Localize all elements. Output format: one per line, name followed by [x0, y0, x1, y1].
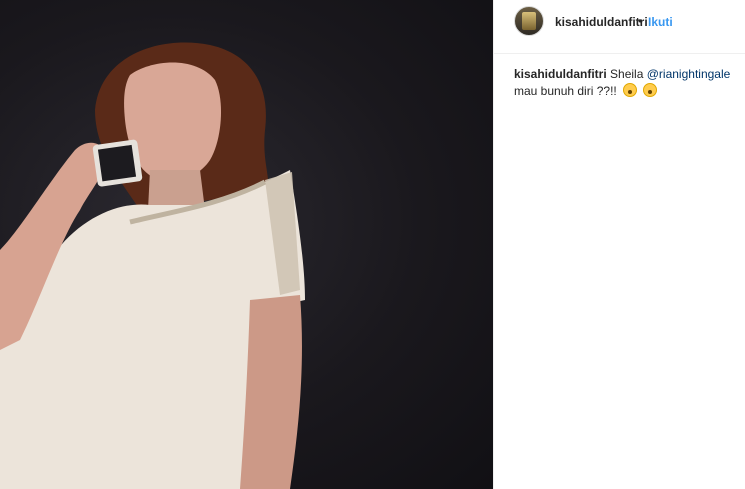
- separator-dot: •: [638, 14, 643, 28]
- post-sidebar: kisahiduldanfitri • Ikuti kisahiduldanfi…: [493, 0, 745, 489]
- follow-button[interactable]: Ikuti: [648, 15, 673, 29]
- post-username[interactable]: kisahiduldanfitri: [555, 15, 648, 29]
- post-caption: kisahiduldanfitri Sheila @rianightingale…: [514, 66, 745, 100]
- photo-content: [0, 42, 305, 489]
- face-screaming-in-fear-icon: [643, 83, 658, 97]
- caption-username[interactable]: kisahiduldanfitri: [514, 67, 607, 81]
- post-header: kisahiduldanfitri • Ikuti: [494, 0, 745, 50]
- header-divider: [494, 53, 745, 54]
- post-photo[interactable]: [0, 0, 493, 489]
- caption-text-before: Sheila: [610, 67, 644, 81]
- avatar[interactable]: [514, 6, 544, 36]
- caption-mention[interactable]: @rianightingale: [647, 67, 731, 81]
- caption-text-after: mau bunuh diri ??!!: [514, 84, 617, 98]
- face-screaming-in-fear-icon: [623, 83, 638, 97]
